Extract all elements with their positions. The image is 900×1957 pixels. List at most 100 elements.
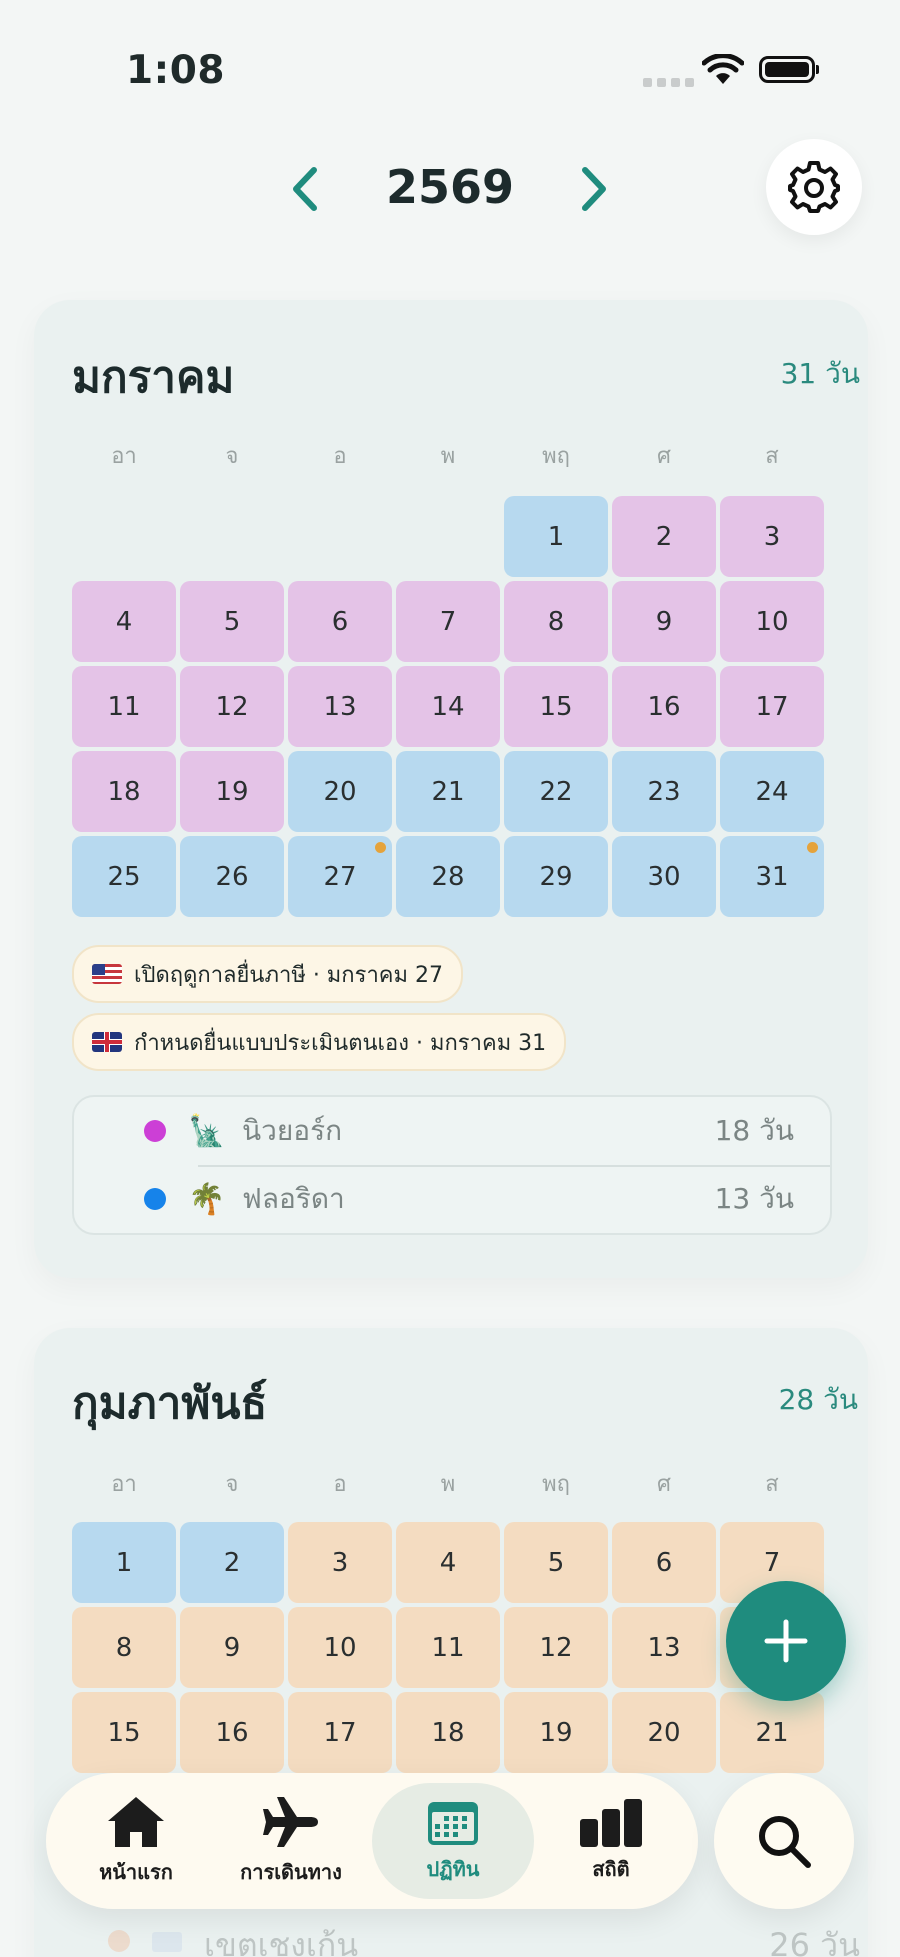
weekday-label: ศ bbox=[657, 444, 671, 469]
year-title: 2569 bbox=[385, 160, 515, 214]
day-cell[interactable]: 6 bbox=[288, 581, 392, 662]
tab-label: การเดินทาง bbox=[240, 1860, 342, 1884]
day-cell[interactable]: 10 bbox=[720, 581, 824, 662]
event-chip[interactable]: กำหนดยื่นแบบประเมินตนเอง · มกราคม 31 bbox=[72, 1013, 567, 1071]
day-cell[interactable]: 4 bbox=[396, 1522, 500, 1603]
tab-bar: หน้าแรก การเดินทาง ปฏิทิน สถิติ bbox=[46, 1773, 698, 1909]
calendar-icon bbox=[428, 1802, 478, 1845]
weekday-label: พฤ bbox=[542, 444, 570, 469]
day-cell[interactable]: 19 bbox=[504, 1692, 608, 1773]
weekday-label: จ bbox=[225, 1472, 239, 1497]
location-label: นิวยอร์ก bbox=[242, 1114, 343, 1147]
empty-cell bbox=[396, 496, 500, 577]
tab-label: ปฏิทิน bbox=[426, 1857, 480, 1881]
settings-button[interactable] bbox=[766, 139, 862, 235]
day-cell[interactable]: 19 bbox=[180, 751, 284, 832]
uk-flag-icon bbox=[92, 1032, 122, 1052]
tab-calendar[interactable]: ปฏิทิน bbox=[372, 1773, 534, 1909]
search-button[interactable] bbox=[714, 1773, 854, 1909]
add-button[interactable] bbox=[726, 1581, 846, 1701]
day-cell[interactable]: 6 bbox=[612, 1522, 716, 1603]
calendar-grid: 1 2 3 4 5 6 7 8 9 10 11 12 13 14 15 16 1… bbox=[72, 1522, 828, 1773]
weekday-label: อา bbox=[111, 444, 137, 469]
weekday-label: ศ bbox=[657, 1472, 671, 1497]
summary-row[interactable]: 🗽 นิวยอร์ก 18 วัน bbox=[74, 1097, 830, 1165]
day-cell[interactable]: 2 bbox=[180, 1522, 284, 1603]
day-cell[interactable]: 2 bbox=[612, 496, 716, 577]
day-cell[interactable]: 10 bbox=[288, 1607, 392, 1688]
empty-cell bbox=[72, 496, 176, 577]
day-cell[interactable]: 3 bbox=[288, 1522, 392, 1603]
month-name: กุมภาพันธ์ bbox=[72, 1378, 268, 1429]
empty-cell bbox=[180, 496, 284, 577]
day-cell[interactable]: 24 bbox=[720, 751, 824, 832]
day-cell[interactable]: 5 bbox=[504, 1522, 608, 1603]
day-cell[interactable]: 26 bbox=[180, 836, 284, 917]
event-text: กำหนดยื่นแบบประเมินตนเอง · มกราคม 31 bbox=[134, 1030, 547, 1056]
day-cell[interactable]: 16 bbox=[612, 666, 716, 747]
weekday-label: ส bbox=[765, 1472, 779, 1497]
day-cell[interactable]: 21 bbox=[720, 1692, 824, 1773]
bar-chart-icon bbox=[580, 1799, 642, 1847]
tab-label: หน้าแรก bbox=[99, 1860, 173, 1884]
location-summary-row-peek: เขตเชงเก้น 26 วัน bbox=[104, 1918, 864, 1957]
weekday-label: อ bbox=[333, 444, 347, 469]
day-cell[interactable]: 12 bbox=[180, 666, 284, 747]
statue-of-liberty-icon: 🗽 bbox=[188, 1113, 226, 1149]
location-color-dot bbox=[144, 1188, 166, 1210]
weekday-label: พฤ bbox=[542, 1472, 570, 1497]
day-cell[interactable]: 20 bbox=[612, 1692, 716, 1773]
day-cell[interactable]: 18 bbox=[396, 1692, 500, 1773]
previous-year-button[interactable] bbox=[283, 162, 327, 216]
day-cell[interactable]: 30 bbox=[612, 836, 716, 917]
day-cell[interactable]: 5 bbox=[180, 581, 284, 662]
day-cell[interactable]: 16 bbox=[180, 1692, 284, 1773]
weekday-header: อา จ อ พ พฤ ศ ส bbox=[72, 438, 828, 473]
battery-icon bbox=[759, 56, 819, 83]
tab-home[interactable]: หน้าแรก bbox=[76, 1773, 196, 1909]
day-cell[interactable]: 21 bbox=[396, 751, 500, 832]
day-cell[interactable]: 28 bbox=[396, 836, 500, 917]
day-cell[interactable]: 3 bbox=[720, 496, 824, 577]
tab-trips[interactable]: การเดินทาง bbox=[226, 1773, 356, 1909]
day-cell[interactable]: 13 bbox=[288, 666, 392, 747]
day-cell[interactable]: 12 bbox=[504, 1607, 608, 1688]
day-cell[interactable]: 23 bbox=[612, 751, 716, 832]
day-cell[interactable]: 13 bbox=[612, 1607, 716, 1688]
day-cell[interactable]: 17 bbox=[720, 666, 824, 747]
day-cell[interactable]: 18 bbox=[72, 751, 176, 832]
day-cell[interactable]: 29 bbox=[504, 836, 608, 917]
day-cell[interactable]: 9 bbox=[180, 1607, 284, 1688]
gear-icon bbox=[788, 161, 840, 213]
summary-row[interactable]: 🌴 ฟลอริดา 13 วัน bbox=[74, 1165, 830, 1233]
day-cell[interactable]: 31 bbox=[720, 836, 824, 917]
day-cell[interactable]: 25 bbox=[72, 836, 176, 917]
tab-stats[interactable]: สถิติ bbox=[556, 1773, 666, 1909]
next-year-button[interactable] bbox=[572, 162, 616, 216]
day-cell[interactable]: 8 bbox=[504, 581, 608, 662]
location-day-count: 13 วัน bbox=[714, 1182, 794, 1215]
day-cell[interactable]: 17 bbox=[288, 1692, 392, 1773]
day-cell[interactable]: 7 bbox=[396, 581, 500, 662]
eu-flag-icon bbox=[152, 1932, 182, 1952]
location-color-dot bbox=[144, 1120, 166, 1142]
day-cell[interactable]: 8 bbox=[72, 1607, 176, 1688]
location-label: ฟลอริดา bbox=[242, 1182, 345, 1215]
event-dot bbox=[807, 842, 818, 853]
day-cell[interactable]: 4 bbox=[72, 581, 176, 662]
day-cell[interactable]: 22 bbox=[504, 751, 608, 832]
day-cell[interactable]: 9 bbox=[612, 581, 716, 662]
event-chip[interactable]: เปิดฤดูกาลยื่นภาษี · มกราคม 27 bbox=[72, 945, 463, 1003]
day-cell[interactable]: 11 bbox=[72, 666, 176, 747]
month-name: มกราคม bbox=[72, 352, 235, 403]
day-cell[interactable]: 15 bbox=[72, 1692, 176, 1773]
day-cell[interactable]: 1 bbox=[72, 1522, 176, 1603]
day-cell[interactable]: 20 bbox=[288, 751, 392, 832]
weekday-label: พ bbox=[440, 444, 456, 469]
day-cell[interactable]: 1 bbox=[504, 496, 608, 577]
day-cell[interactable]: 11 bbox=[396, 1607, 500, 1688]
day-cell[interactable]: 27 bbox=[288, 836, 392, 917]
day-cell[interactable]: 14 bbox=[396, 666, 500, 747]
day-cell[interactable]: 15 bbox=[504, 666, 608, 747]
chevron-right-icon bbox=[582, 167, 606, 211]
